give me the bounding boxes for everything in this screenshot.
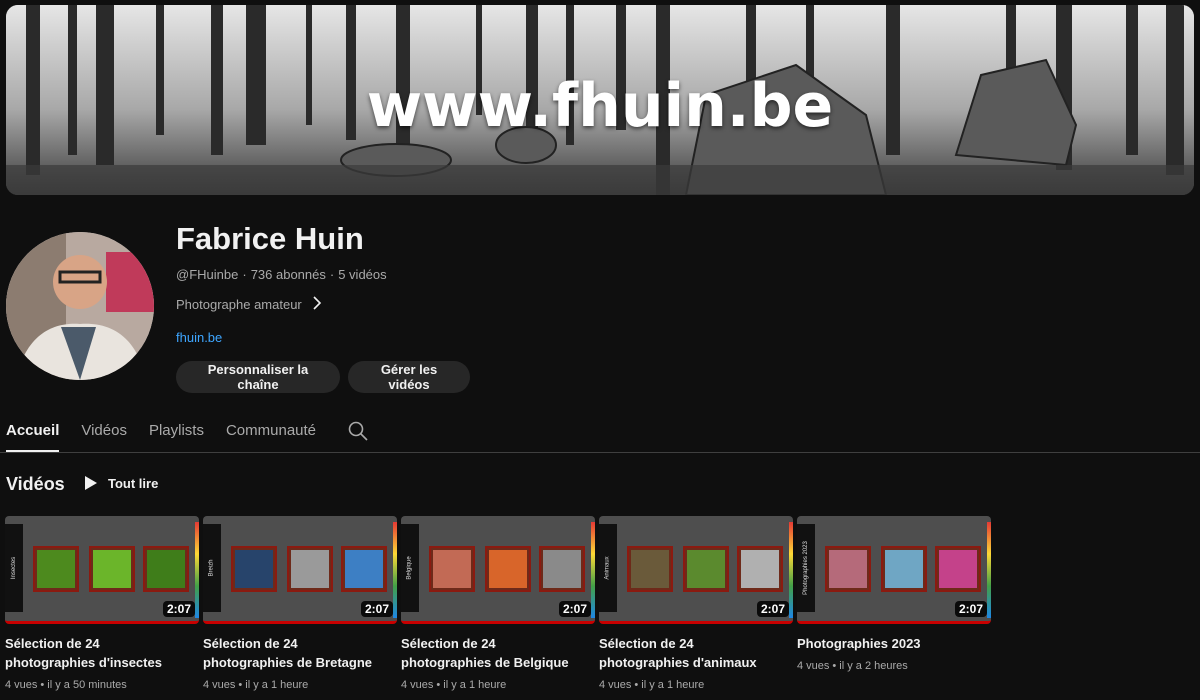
video-title[interactable]: Sélection de 24 photographies de Bretagne (203, 634, 393, 672)
thumbnail-photo (881, 546, 927, 592)
video-thumbnail[interactable]: Photographies 2023 2:07 (797, 516, 991, 624)
manage-videos-button[interactable]: Gérer les vidéos (348, 361, 470, 393)
search-icon[interactable] (346, 419, 370, 443)
thumbnail-photo (341, 546, 387, 592)
video-card-bretagne[interactable]: Breizh 2:07 Sélection de 24 photographies… (203, 516, 397, 691)
chevron-right-icon (312, 296, 322, 313)
thumbnail-photo (935, 546, 981, 592)
tabs-divider (0, 452, 1200, 453)
video-meta: 4 vues • il y a 1 heure (203, 679, 309, 691)
thumbnail-side-label: Photographies 2023 (797, 524, 815, 612)
video-title[interactable]: Sélection de 24 photographies de Belgique (401, 634, 591, 672)
video-card-belgique[interactable]: Belgique 2:07 Sélection de 24 photographi… (401, 516, 595, 691)
channel-banner: www.fhuin.be (6, 5, 1194, 195)
channel-name: Fabrice Huin (176, 221, 364, 256)
video-duration: 2:07 (162, 601, 195, 617)
tab-playlists[interactable]: Playlists (149, 412, 204, 452)
video-thumbnail[interactable]: Animaux 2:07 (599, 516, 793, 624)
video-meta: 4 vues • il y a 50 minutes (5, 679, 127, 691)
video-meta: 4 vues • il y a 1 heure (401, 679, 507, 691)
channel-description-text: Photographe amateur (176, 297, 302, 312)
thumbnail-side-label: Animaux (599, 524, 617, 612)
thumbnail-photo (33, 546, 79, 592)
channel-tabs: Accueil Vidéos Playlists Communauté (6, 412, 370, 452)
thumbnail-color-edge (987, 522, 991, 618)
channel-avatar[interactable] (6, 232, 154, 380)
thumbnail-photo (737, 546, 783, 592)
video-meta: 4 vues • il y a 1 heure (599, 679, 705, 691)
tab-community[interactable]: Communauté (226, 412, 316, 452)
thumbnail-photo (683, 546, 729, 592)
video-card-animaux[interactable]: Animaux 2:07 Sélection de 24 photographie… (599, 516, 793, 691)
thumbnail-color-edge (393, 522, 397, 618)
thumbnail-photo (429, 546, 475, 592)
video-title[interactable]: Sélection de 24 photographies d'insectes (5, 634, 195, 672)
avatar-portrait-image (6, 232, 154, 380)
play-all-button[interactable]: Tout lire (84, 475, 158, 491)
channel-description[interactable]: Photographe amateur (176, 296, 322, 313)
videos-section-title[interactable]: Vidéos (6, 474, 65, 495)
video-thumbnail[interactable]: Belgique 2:07 (401, 516, 595, 624)
play-all-label: Tout lire (108, 475, 159, 491)
video-title[interactable]: Photographies 2023 (797, 634, 987, 653)
thumbnail-side-label: Insectes (5, 524, 23, 612)
thumbnail-photo (485, 546, 531, 592)
video-title[interactable]: Sélection de 24 photographies d'animaux (599, 634, 789, 672)
video-card-insectes[interactable]: Insectes 2:07 Sélection de 24 photographi… (5, 516, 199, 691)
video-duration: 2:07 (756, 601, 789, 617)
video-meta: 4 vues • il y a 2 heures (797, 660, 908, 672)
customize-channel-button[interactable]: Personnaliser la chaîne (176, 361, 340, 393)
channel-meta: @FHuinbe · 736 abonnés · 5 vidéos (176, 267, 387, 282)
thumbnail-photo (627, 546, 673, 592)
thumbnail-photo (89, 546, 135, 592)
tab-home[interactable]: Accueil (6, 412, 60, 452)
thumbnail-photo (287, 546, 333, 592)
thumbnail-color-edge (195, 522, 199, 618)
video-duration: 2:07 (954, 601, 987, 617)
thumbnail-photo (231, 546, 277, 592)
thumbnail-photo (143, 546, 189, 592)
thumbnail-color-edge (591, 522, 595, 618)
subscriber-count: 736 abonnés (250, 267, 326, 282)
channel-website-link[interactable]: fhuin.be (176, 330, 222, 345)
video-card-photographies-2023[interactable]: Photographies 2023 2:07 Photographies 20… (797, 516, 991, 672)
banner-website-text: www.fhuin.be (366, 71, 834, 141)
tab-videos[interactable]: Vidéos (81, 412, 127, 452)
video-count: 5 vidéos (338, 267, 387, 282)
channel-handle: @FHuinbe (176, 267, 239, 282)
video-duration: 2:07 (360, 601, 393, 617)
thumbnail-side-label: Breizh (203, 524, 221, 612)
video-thumbnail[interactable]: Insectes 2:07 (5, 516, 199, 624)
thumbnail-color-edge (789, 522, 793, 618)
thumbnail-photo (539, 546, 585, 592)
thumbnail-side-label: Belgique (401, 524, 419, 612)
video-thumbnail[interactable]: Breizh 2:07 (203, 516, 397, 624)
thumbnail-photo (825, 546, 871, 592)
play-icon (85, 476, 97, 490)
video-duration: 2:07 (558, 601, 591, 617)
